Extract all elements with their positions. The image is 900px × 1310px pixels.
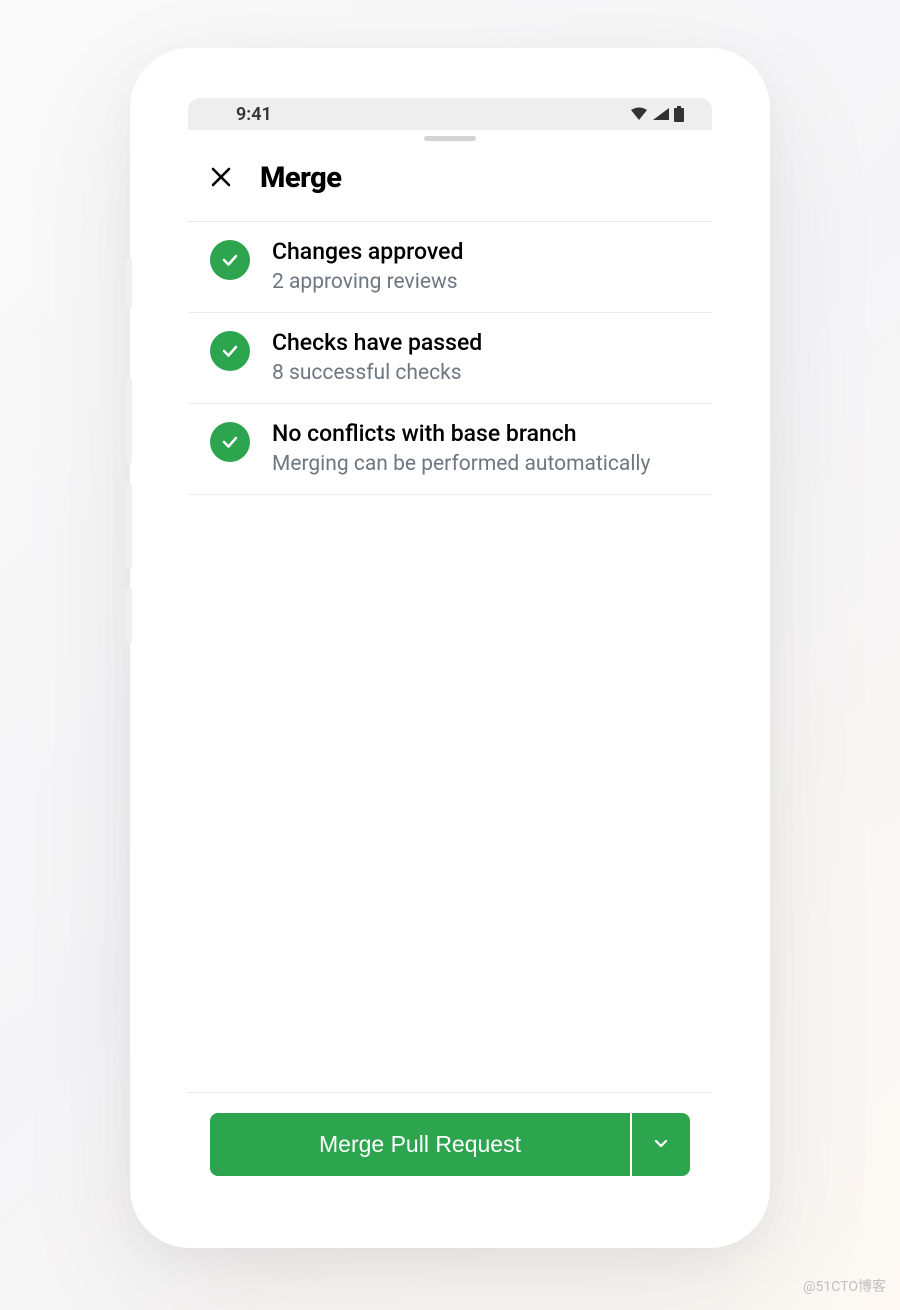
item-title: Changes approved xyxy=(272,238,690,267)
battery-icon xyxy=(674,106,684,122)
content: Changes approved 2 approving reviews Che… xyxy=(188,222,712,1092)
page-title: Merge xyxy=(260,161,342,195)
bottom-action-bar: Merge Pull Request xyxy=(188,1092,712,1198)
item-subtitle: 8 successful checks xyxy=(272,359,690,387)
signal-icon xyxy=(652,107,670,121)
item-title: No conflicts with base branch xyxy=(272,420,690,449)
check-circle-icon xyxy=(210,422,250,462)
screen: 9:41 Merge xyxy=(188,98,712,1198)
item-text: Changes approved 2 approving reviews xyxy=(272,238,690,296)
status-bar: 9:41 xyxy=(188,98,712,130)
phone-frame: 9:41 Merge xyxy=(130,48,770,1248)
watermark: @51CTO博客 xyxy=(803,1276,886,1296)
check-circle-icon xyxy=(210,331,250,371)
status-time: 9:41 xyxy=(236,104,272,125)
status-right xyxy=(630,106,684,122)
item-title: Checks have passed xyxy=(272,329,690,358)
merge-options-button[interactable] xyxy=(632,1113,690,1176)
close-icon xyxy=(210,166,232,191)
check-circle-icon xyxy=(210,240,250,280)
sheet-header: Merge xyxy=(188,141,712,222)
item-text: No conflicts with base branch Merging ca… xyxy=(272,420,690,478)
wifi-icon xyxy=(630,107,648,121)
item-subtitle: 2 approving reviews xyxy=(272,268,690,296)
close-button[interactable] xyxy=(210,166,232,191)
item-text: Checks have passed 8 successful checks xyxy=(272,329,690,387)
item-subtitle: Merging can be performed automatically xyxy=(272,450,690,478)
status-item-checks[interactable]: Checks have passed 8 successful checks xyxy=(188,313,712,404)
status-item-approved[interactable]: Changes approved 2 approving reviews xyxy=(188,222,712,313)
status-item-conflicts[interactable]: No conflicts with base branch Merging ca… xyxy=(188,404,712,495)
chevron-down-icon xyxy=(652,1134,670,1155)
merge-button[interactable]: Merge Pull Request xyxy=(210,1113,630,1176)
